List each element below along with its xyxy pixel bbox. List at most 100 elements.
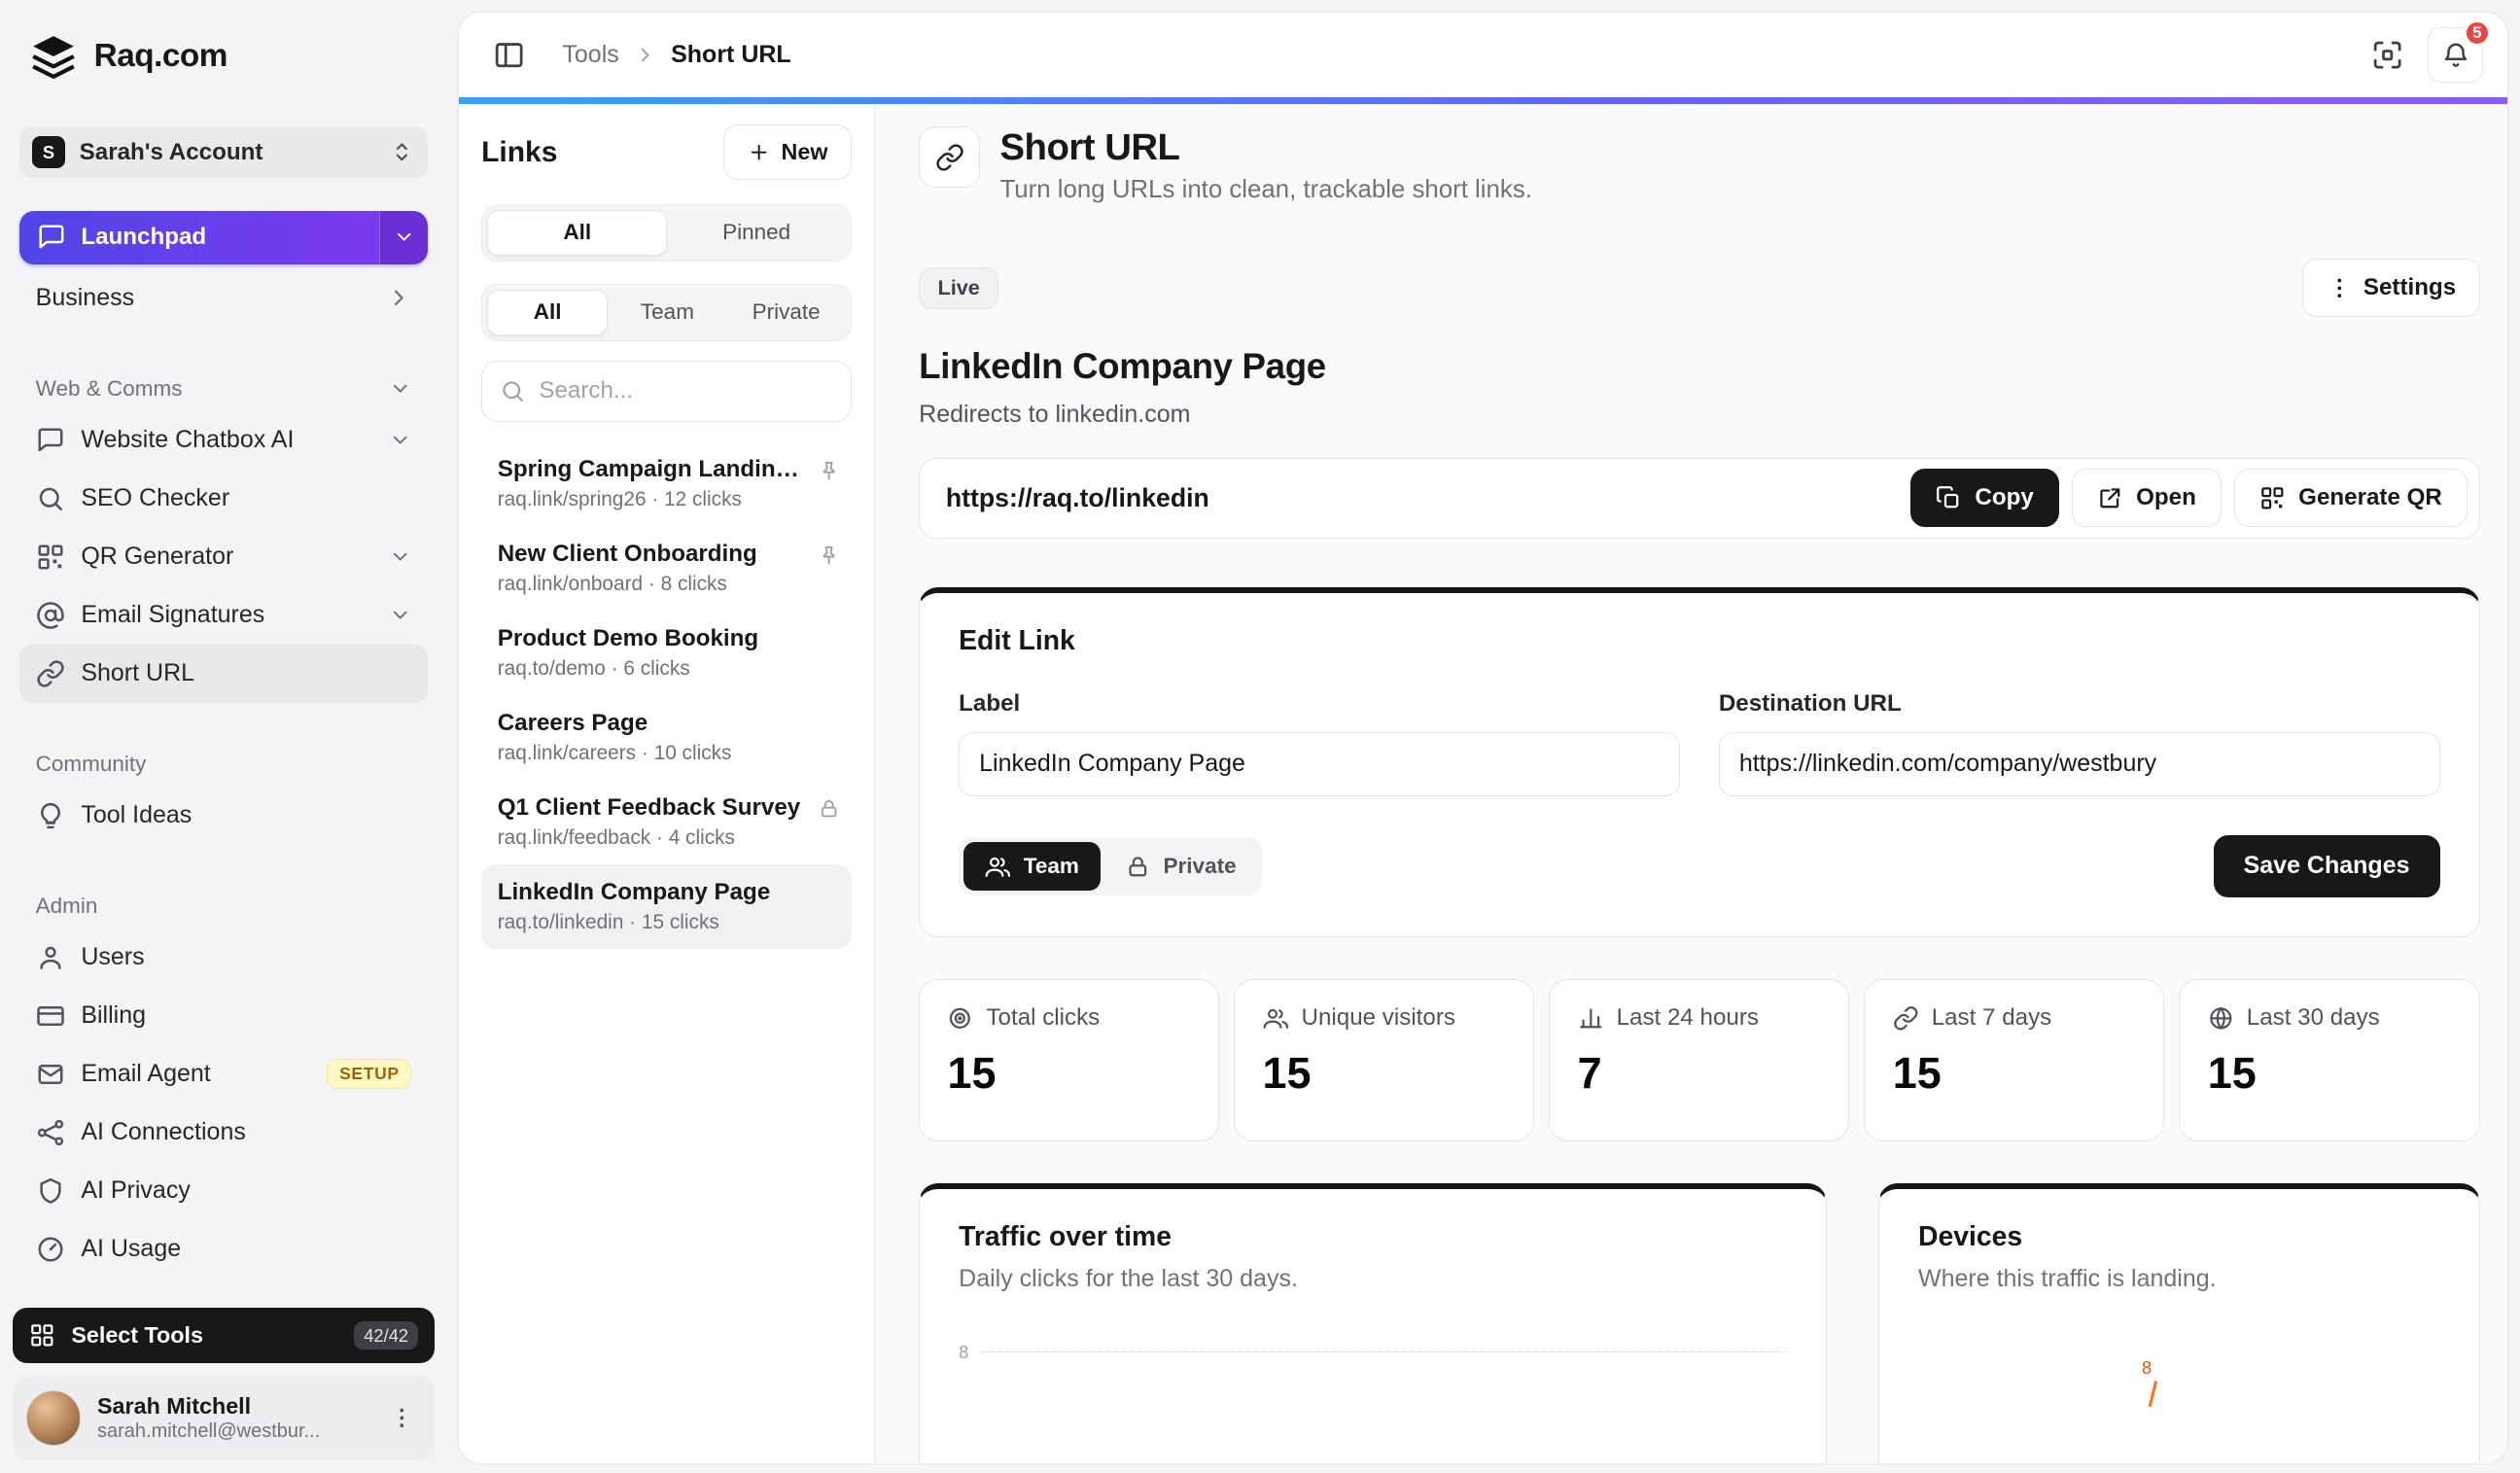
visibility-team-option[interactable]: Team (963, 842, 1100, 891)
team-label: Team (1024, 854, 1079, 879)
kebab-icon (2327, 275, 2353, 301)
stat-last-7-days: Last 7 days 15 (1864, 979, 2164, 1141)
view-filter-pinned[interactable]: Pinned (667, 210, 845, 256)
sidebar-item-billing[interactable]: Billing (19, 987, 428, 1045)
setup-badge: SETUP (327, 1059, 411, 1089)
option-label: Private (752, 299, 821, 325)
chevron-right-icon (634, 44, 656, 66)
option-label: Team (641, 299, 694, 325)
list-item[interactable]: New Client Onboarding raq.link/onboard ·… (481, 526, 852, 611)
tool-icon-box (919, 126, 980, 188)
sidebar-toggle-button[interactable] (481, 27, 537, 83)
network-icon (36, 1118, 65, 1147)
sidebar-item-qr-generator[interactable]: QR Generator (19, 528, 428, 586)
sidebar-item-ai-usage[interactable]: AI Usage (19, 1220, 428, 1279)
link-meta: raq.link/spring26 · 12 clicks (498, 488, 810, 511)
edit-link-card: Edit Link Label Destination URL (919, 587, 2479, 937)
pin-icon (818, 459, 840, 481)
scope-filter-team[interactable]: Team (608, 290, 726, 335)
shield-icon (36, 1176, 65, 1206)
stat-label: Last 7 days (1932, 1004, 2052, 1032)
sidebar-item-seo-checker[interactable]: SEO Checker (19, 470, 428, 528)
scope-filter-private[interactable]: Private (727, 290, 846, 335)
sidebar-item-tool-ideas[interactable]: Tool Ideas (19, 787, 428, 845)
status-row: Live Settings (919, 259, 2479, 317)
label-field-label: Label (959, 690, 1680, 718)
link-icon (1893, 1005, 1919, 1032)
scope-filter-all[interactable]: All (487, 290, 608, 335)
traffic-over-time-card: Traffic over time Daily clicks for the l… (919, 1183, 1827, 1463)
sidebar-item-label: Email Signatures (81, 601, 372, 629)
generate-qr-button[interactable]: Generate QR (2234, 469, 2468, 527)
scan-share-button[interactable] (2360, 27, 2415, 83)
group-label: Community (36, 752, 412, 777)
list-item[interactable]: Product Demo Booking raq.to/demo · 6 cli… (481, 611, 852, 695)
link-meta: raq.link/careers · 10 clicks (498, 742, 810, 765)
user-meta: Sarah Mitchell sarah.mitchell@westbur... (97, 1393, 367, 1444)
sidebar-group-web-comms[interactable]: Web & Comms (36, 376, 412, 402)
search-icon (500, 378, 526, 404)
destination-url-field[interactable] (1719, 732, 2440, 797)
new-link-button[interactable]: New (723, 124, 852, 180)
sidebar-item-label: Billing (81, 1001, 411, 1030)
search-input[interactable] (539, 377, 842, 404)
list-item[interactable]: Careers Page raq.link/careers · 10 click… (481, 695, 852, 780)
user-card[interactable]: Sarah Mitchell sarah.mitchell@westbur... (13, 1376, 434, 1460)
stats-row: Total clicks 15 Unique visitors 15 (919, 979, 2479, 1141)
label-field[interactable] (959, 732, 1680, 797)
user-name: Sarah Mitchell (97, 1393, 367, 1420)
search-icon (36, 484, 65, 513)
stat-last-24-hours: Last 24 hours 7 (1549, 979, 1849, 1141)
launchpad-button[interactable]: Launchpad (19, 211, 428, 264)
copy-label: Copy (1975, 484, 2033, 511)
sidebar-bottom: Select Tools 42/42 Sarah Mitchell sarah.… (13, 1298, 434, 1473)
sidebar-item-email-signatures[interactable]: Email Signatures (19, 586, 428, 645)
user-menu-button[interactable] (382, 1399, 421, 1438)
chart-peak-tick (2149, 1381, 2157, 1406)
pin-icon (818, 544, 840, 566)
stat-value: 15 (1263, 1048, 1506, 1099)
sidebar-item-short-url[interactable]: Short URL (19, 645, 428, 703)
chart-gridline: 8 (959, 1342, 1787, 1363)
main-shell-wrap: Tools Short URL 5 (447, 0, 2520, 1473)
panel-icon (493, 39, 525, 71)
sidebar-item-email-agent[interactable]: Email Agent SETUP (19, 1045, 428, 1104)
settings-button[interactable]: Settings (2302, 259, 2479, 317)
list-item-selected[interactable]: LinkedIn Company Page raq.to/linkedin · … (481, 864, 852, 949)
account-name: Sarah's Account (80, 139, 374, 166)
launchpad-expand-button[interactable] (379, 211, 428, 264)
stat-last-30-days: Last 30 days 15 (2179, 979, 2479, 1141)
sidebar-item-website-chatbox-ai[interactable]: Website Chatbox AI (19, 411, 428, 470)
avatar (26, 1390, 82, 1446)
link-title: Careers Page (498, 710, 810, 737)
stat-label: Last 24 hours (1617, 1004, 1759, 1032)
account-switcher[interactable]: S Sarah's Account (19, 126, 428, 178)
sidebar-item-business[interactable]: Business (19, 269, 428, 328)
mail-icon (36, 1060, 65, 1089)
view-filter: All Pinned (481, 204, 852, 262)
breadcrumb-tools[interactable]: Tools (562, 41, 618, 69)
users-icon (1263, 1005, 1289, 1032)
at-sign-icon (36, 601, 65, 630)
save-changes-button[interactable]: Save Changes (2214, 835, 2440, 896)
option-label: All (563, 220, 591, 245)
select-tools-button[interactable]: Select Tools 42/42 (13, 1308, 434, 1363)
view-filter-all[interactable]: All (487, 210, 667, 256)
sidebar-item-ai-privacy[interactable]: AI Privacy (19, 1162, 428, 1220)
content-row: Links New All Pinned All Team Private (459, 104, 2507, 1464)
copy-button[interactable]: Copy (1910, 469, 2058, 527)
visibility-private-option[interactable]: Private (1103, 842, 1257, 891)
link-meta: raq.link/onboard · 8 clicks (498, 573, 810, 596)
scan-icon (2371, 39, 2403, 71)
sidebar-item-users[interactable]: Users (19, 929, 428, 987)
list-item[interactable]: Spring Campaign Landing P... raq.link/sp… (481, 441, 852, 526)
sidebar-item-label: AI Connections (81, 1118, 411, 1146)
list-item[interactable]: Q1 Client Feedback Survey raq.link/feedb… (481, 780, 852, 864)
open-button[interactable]: Open (2072, 469, 2222, 527)
settings-label: Settings (2363, 274, 2456, 301)
sidebar-item-label: Users (81, 943, 411, 971)
sidebar-item-ai-connections[interactable]: AI Connections (19, 1104, 428, 1162)
launchpad-main[interactable]: Launchpad (19, 211, 379, 264)
stat-label: Unique visitors (1302, 1004, 1455, 1032)
destination-field-group: Destination URL (1719, 690, 2440, 797)
